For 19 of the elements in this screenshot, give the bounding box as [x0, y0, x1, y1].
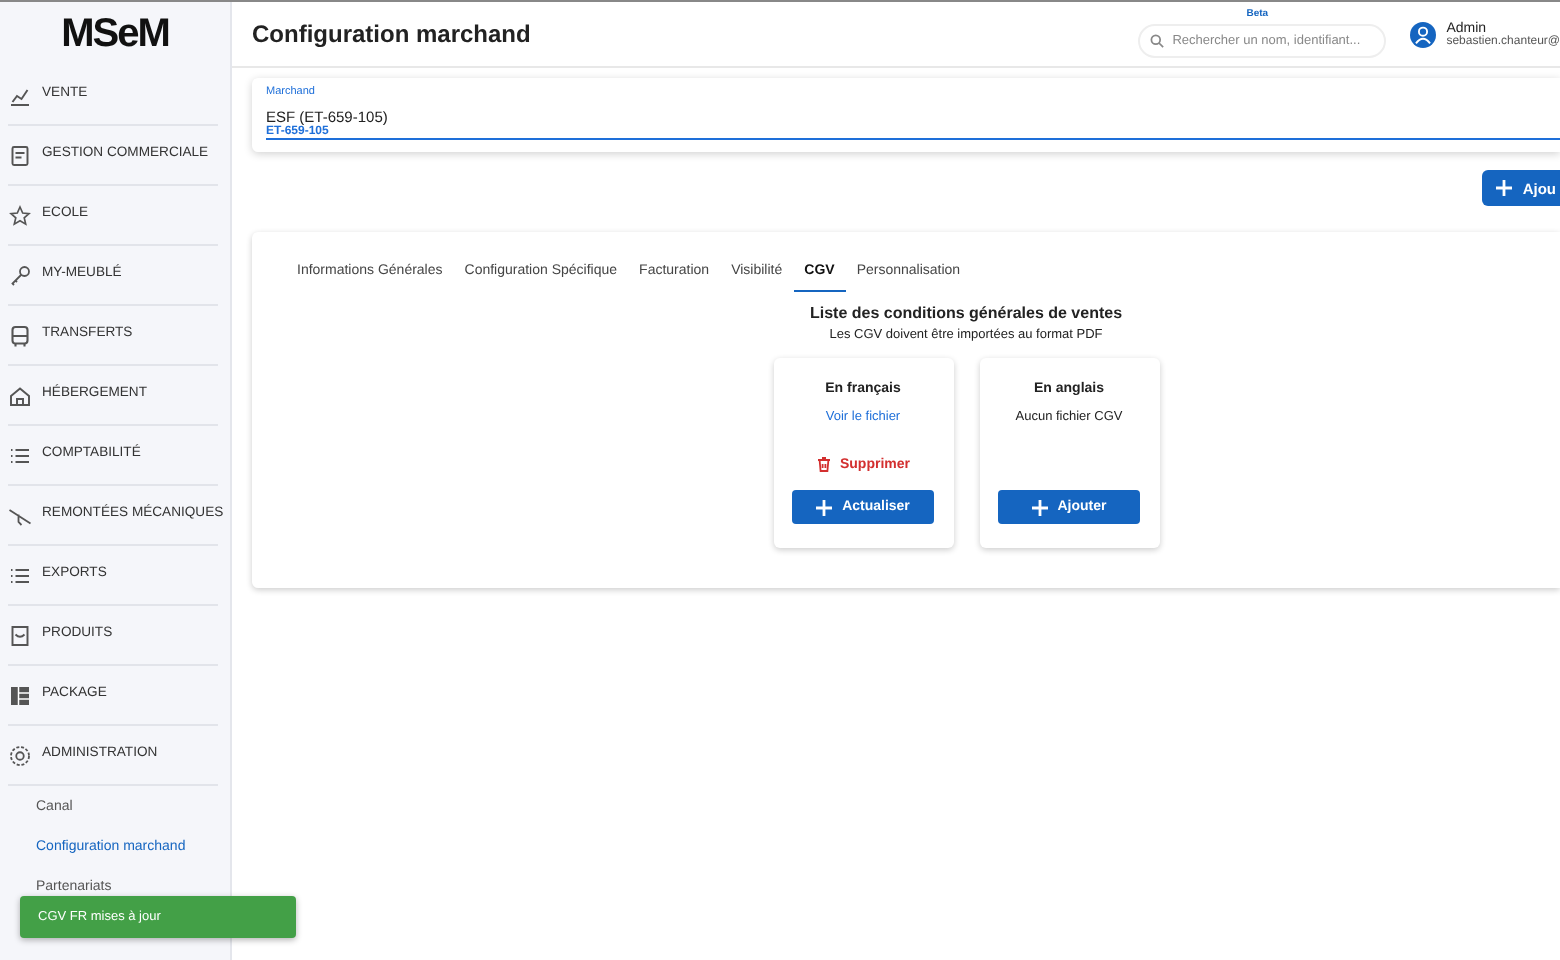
trash-icon [815, 456, 832, 472]
section-title: Liste des conditions générales de ventes [809, 304, 1123, 322]
logo[interactable]: MSeM [0, 2, 230, 66]
house-icon [8, 383, 32, 407]
star-icon [8, 203, 32, 227]
plus-icon [816, 499, 833, 515]
key-icon [8, 263, 32, 287]
layout-icon [8, 683, 32, 707]
list-icon [8, 563, 32, 587]
page-title: Configuration marchand [252, 20, 533, 48]
list-icon [8, 443, 32, 467]
plus-icon [1031, 499, 1048, 515]
user-avatar-icon[interactable] [1410, 21, 1437, 47]
document-icon [8, 143, 32, 167]
bus-icon [8, 323, 32, 347]
box-icon [8, 623, 32, 647]
plus-icon [1496, 180, 1513, 196]
search-icon [1150, 33, 1165, 47]
settings-icon [8, 743, 32, 767]
